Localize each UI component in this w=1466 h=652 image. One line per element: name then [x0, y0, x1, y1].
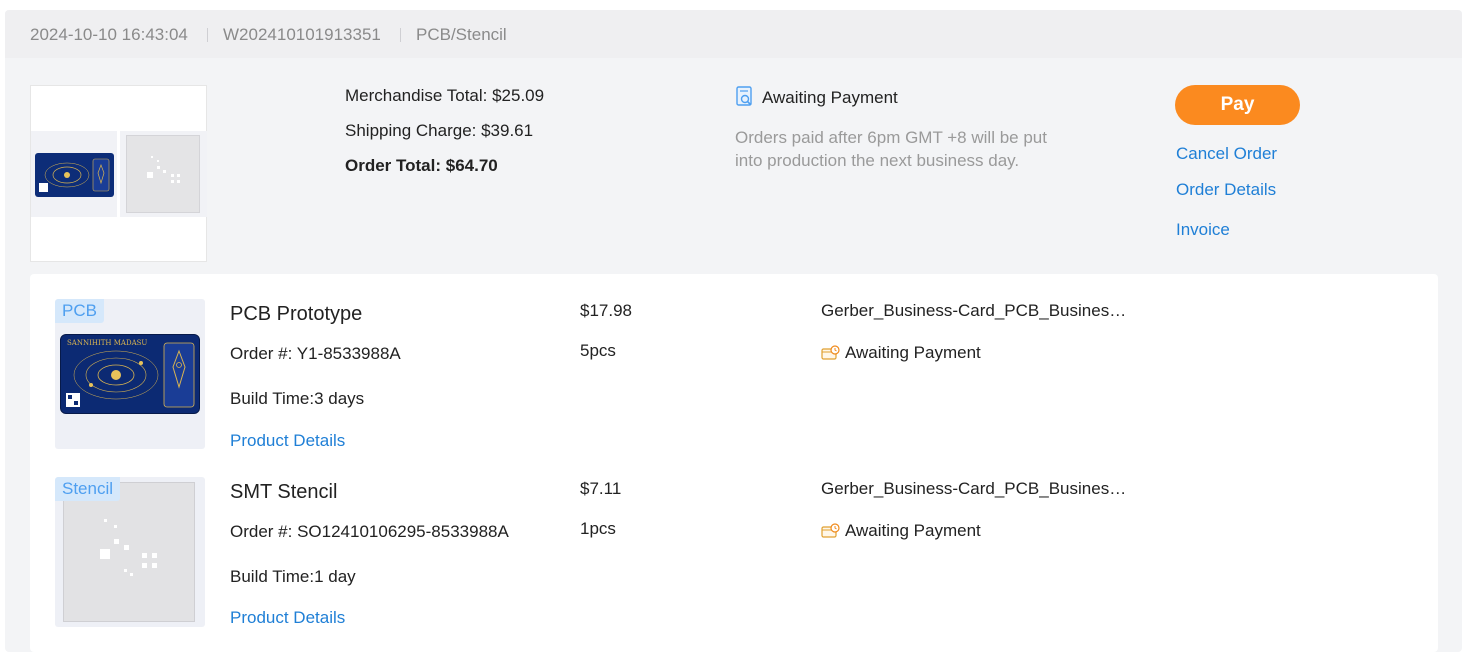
item-gerber-file[interactable]: Gerber_Business-Card_PCB_Business-Card_2… — [821, 301, 1131, 321]
stencil-thumbnail — [120, 131, 207, 217]
item-status-text: Awaiting Payment — [845, 343, 981, 362]
item-thumbnail[interactable]: Stencil — [55, 477, 205, 627]
pcb-board-image: SANNIHITH MADASU — [60, 334, 200, 414]
wallet-clock-icon — [821, 345, 840, 360]
item-name: SMT Stencil — [230, 481, 338, 503]
item-build-time: Build Time:1 day — [230, 567, 356, 586]
order-number: W202410101913351 — [223, 25, 381, 44]
order-item-pcb: SANNIHITH MADASU PCB PCB Prototype Order… — [30, 299, 1438, 459]
wallet-clock-icon — [821, 523, 840, 538]
pcb-thumbnail — [31, 131, 117, 217]
merchandise-total: Merchandise Total: $25.09 — [345, 86, 545, 105]
item-price: $17.98 — [580, 301, 632, 320]
svg-text:SANNIHITH MADASU: SANNIHITH MADASU — [67, 339, 147, 347]
order-thumbnail[interactable] — [30, 85, 207, 262]
product-details-link[interactable]: Product Details — [230, 608, 345, 628]
order-details-link[interactable]: Order Details — [1176, 180, 1276, 200]
header-divider — [400, 28, 401, 42]
item-quantity: 5pcs — [580, 341, 616, 360]
item-type-tag: Stencil — [55, 477, 121, 501]
order-item-stencil: Stencil SMT Stencil Order #: SO124101062… — [30, 477, 1438, 637]
item-gerber-file[interactable]: Gerber_Business-Card_PCB_Business-Card_2… — [821, 479, 1131, 499]
item-status-text: Awaiting Payment — [845, 521, 981, 540]
stencil-sheet-image — [126, 135, 200, 213]
order-card: 2024-10-10 16:43:04 W202410101913351 PCB… — [5, 10, 1462, 652]
item-price: $7.11 — [580, 479, 622, 498]
product-details-link[interactable]: Product Details — [230, 431, 345, 451]
item-thumbnail[interactable]: SANNIHITH MADASU PCB — [55, 299, 205, 449]
status-note: Orders paid after 6pm GMT +8 will be put… — [735, 128, 1047, 170]
item-order-number: Order #: SO12410106295-8533988A — [230, 522, 509, 541]
order-total: Order Total: $64.70 — [345, 156, 498, 175]
item-order-number: Order #: Y1-8533988A — [230, 344, 401, 363]
order-header: 2024-10-10 16:43:04 W202410101913351 PCB… — [5, 10, 1462, 58]
item-type-tag: PCB — [55, 299, 104, 323]
order-date: 2024-10-10 16:43:04 — [30, 25, 188, 44]
shipping-charge: Shipping Charge: $39.61 — [345, 121, 534, 140]
item-quantity: 1pcs — [580, 519, 616, 538]
search-document-icon — [735, 86, 755, 108]
cancel-order-link[interactable]: Cancel Order — [1176, 144, 1277, 164]
status-title: Awaiting Payment — [762, 88, 898, 107]
stencil-sheet-image — [63, 482, 195, 622]
pay-button[interactable]: Pay — [1175, 85, 1300, 125]
order-items-panel: SANNIHITH MADASU PCB PCB Prototype Order… — [30, 274, 1438, 652]
header-divider — [207, 28, 208, 42]
order-category: PCB/Stencil — [416, 25, 507, 44]
item-name: PCB Prototype — [230, 303, 363, 325]
item-build-time: Build Time:3 days — [230, 389, 365, 408]
pcb-board-image — [35, 153, 114, 197]
invoice-link[interactable]: Invoice — [1176, 220, 1230, 240]
